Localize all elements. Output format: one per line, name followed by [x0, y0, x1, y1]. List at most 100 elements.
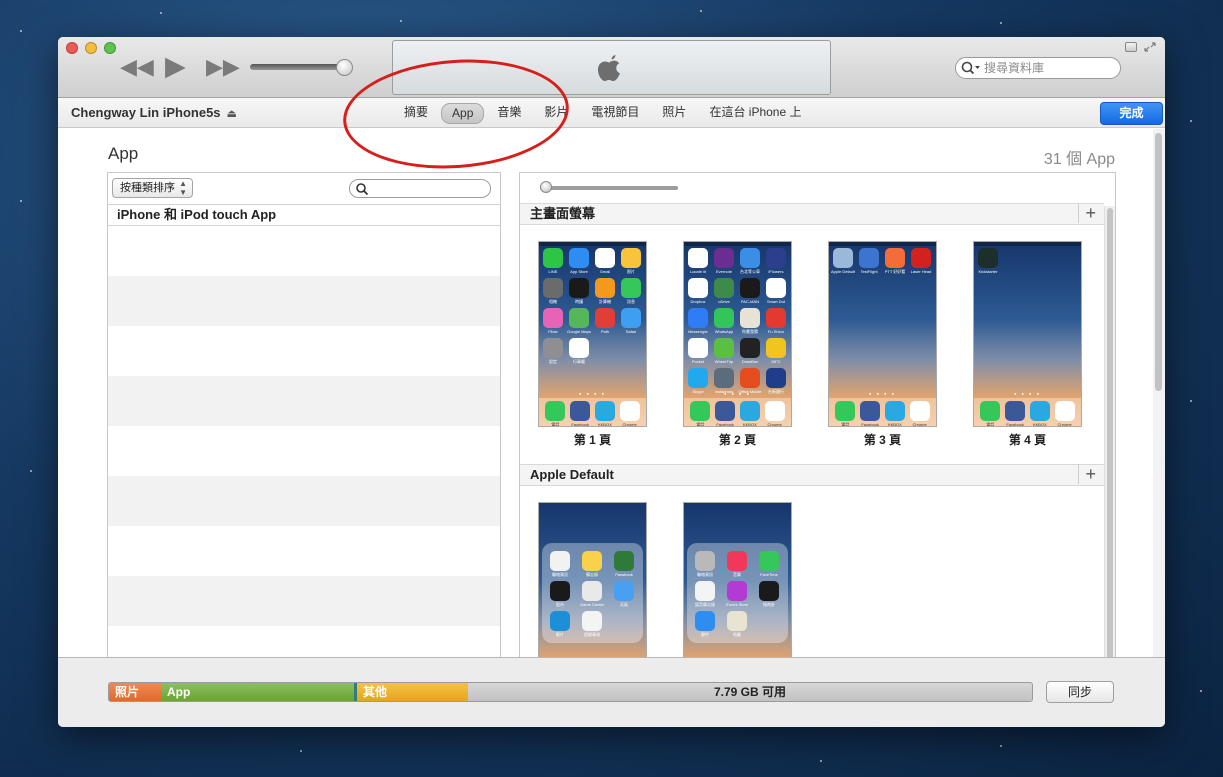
- app-icon[interactable]: Kickstarter: [978, 248, 998, 274]
- list-item[interactable]: [108, 276, 500, 326]
- app-icon[interactable]: LINE: [543, 248, 563, 274]
- library-search-input[interactable]: 搜尋資料庫: [955, 57, 1121, 79]
- app-icon[interactable]: Chrome: [909, 401, 930, 426]
- app-icon[interactable]: 郵件: [695, 611, 715, 637]
- app-icon[interactable]: 設定: [543, 338, 563, 364]
- app-icon[interactable]: iFlowers: [766, 248, 786, 274]
- app-filter-input[interactable]: [349, 179, 491, 198]
- app-folder[interactable]: 聯絡資訊 音樂 FaceTime 語音備忘錄 iTunes Store 指南針 郵件 地圖: [687, 543, 788, 643]
- app-icon[interactable]: Game Center: [580, 581, 604, 607]
- main-scrollbar[interactable]: [1153, 129, 1165, 657]
- app-icon[interactable]: 85°C: [766, 338, 786, 364]
- app-icon[interactable]: 聯絡資訊: [695, 551, 715, 577]
- apple-default-page[interactable]: 聯絡資訊 備忘錄 Passbook 股市 Game Center 天氣影片 提醒事項: [538, 502, 647, 657]
- app-icon[interactable]: Office Mobile: [738, 368, 762, 394]
- app-icon[interactable]: Chrome: [764, 401, 785, 426]
- app-icon[interactable]: Passbook: [614, 551, 634, 577]
- home-screen-page[interactable]: Locate iit Evernote 台北等公車 iFlowers Dropbox uD…: [683, 241, 792, 427]
- home-screen-page[interactable]: LINE App Store Gmail 照片 相機 時鐘 計算機 訊息 Flickr Googl…: [538, 241, 647, 427]
- app-icon[interactable]: FaceTime: [759, 551, 779, 577]
- app-icon[interactable]: Dropbox: [688, 278, 708, 304]
- zoom-slider-knob[interactable]: [540, 181, 552, 193]
- app-icon[interactable]: 台北等公車: [740, 248, 760, 274]
- app-icon[interactable]: TestFlight: [859, 248, 879, 274]
- apple-default-page[interactable]: 聯絡資訊 音樂 FaceTime 語音備忘錄 iTunes Store 指南針 郵件 地圖: [683, 502, 792, 657]
- app-icon[interactable]: 影片: [550, 611, 570, 637]
- app-icon[interactable]: 股市: [550, 581, 570, 607]
- app-icon[interactable]: PAC-MAN: [740, 278, 760, 304]
- app-icon[interactable]: 電話: [690, 401, 711, 426]
- app-icon[interactable]: Chrome: [1054, 401, 1075, 426]
- app-icon[interactable]: Facebook: [570, 401, 591, 426]
- done-button[interactable]: 完成: [1100, 102, 1163, 125]
- tab-4[interactable]: 電視節目: [581, 103, 649, 124]
- close-window-button[interactable]: [66, 42, 78, 54]
- app-icon[interactable]: Skype: [688, 368, 708, 394]
- app-icon[interactable]: Facebook: [715, 401, 736, 426]
- app-icon[interactable]: Fu Shion: [766, 308, 786, 334]
- app-icon[interactable]: WhatsApp: [714, 308, 734, 334]
- app-icon[interactable]: Evernote: [714, 248, 734, 274]
- app-icon[interactable]: 台新銀行: [766, 368, 786, 394]
- app-icon[interactable]: KKBOX: [594, 401, 615, 426]
- app-icon[interactable]: Laser Head: [911, 248, 931, 274]
- app-icon[interactable]: iTunes Store: [726, 581, 748, 607]
- app-icon[interactable]: PTT 好好看: [885, 248, 905, 274]
- app-icon[interactable]: Apple Default: [831, 248, 855, 274]
- app-icon[interactable]: 行事曆: [569, 338, 589, 364]
- tab-5[interactable]: 照片: [652, 103, 696, 124]
- minimize-window-button[interactable]: [85, 42, 97, 54]
- volume-slider[interactable]: [250, 64, 348, 70]
- storage-capacity-bar[interactable]: 照片 App 其他 7.79 GB 可用: [108, 682, 1033, 702]
- fast-forward-icon[interactable]: ▶▶: [206, 56, 240, 78]
- list-item[interactable]: [108, 376, 500, 426]
- app-icon[interactable]: 計算機: [595, 278, 615, 304]
- app-icon[interactable]: KKBOX: [1029, 401, 1050, 426]
- app-folder[interactable]: 聯絡資訊 備忘錄 Passbook 股市 Game Center 天氣影片 提醒事項: [542, 543, 643, 643]
- zoom-slider[interactable]: [540, 186, 678, 190]
- list-item[interactable]: [108, 626, 500, 657]
- app-icon[interactable]: Pocket: [688, 338, 708, 364]
- app-icon[interactable]: Facebook: [1005, 401, 1026, 426]
- add-page-icon[interactable]: +: [1078, 464, 1096, 484]
- app-icon[interactable]: Smart Dot: [766, 278, 786, 304]
- list-item[interactable]: [108, 576, 500, 626]
- app-icon[interactable]: 指南針: [759, 581, 779, 607]
- app-icon[interactable]: 電話: [835, 401, 856, 426]
- volume-knob[interactable]: [336, 59, 353, 76]
- list-item[interactable]: [108, 326, 500, 376]
- app-icon[interactable]: Facebook: [860, 401, 881, 426]
- app-icon[interactable]: 音樂: [727, 551, 747, 577]
- app-icon[interactable]: DrawBox: [740, 338, 760, 364]
- list-item[interactable]: [108, 476, 500, 526]
- play-icon[interactable]: ▶: [165, 53, 186, 80]
- app-icon[interactable]: Gmail: [595, 248, 615, 274]
- list-item[interactable]: [108, 426, 500, 476]
- app-icon[interactable]: uDrive: [714, 278, 734, 304]
- rewind-icon[interactable]: ◀◀: [120, 56, 154, 78]
- app-icon[interactable]: 訊息: [621, 278, 641, 304]
- app-icon[interactable]: Chrome: [619, 401, 640, 426]
- app-icon[interactable]: 天氣: [614, 581, 634, 607]
- app-icon[interactable]: KKBOX: [884, 401, 905, 426]
- app-icon[interactable]: 聯絡資訊: [550, 551, 570, 577]
- app-icon[interactable]: 備忘錄: [582, 551, 602, 577]
- sort-popup-button[interactable]: 按種類排序 ▲ ▼: [112, 178, 193, 198]
- home-screen-page[interactable]: Apple Default TestFlight PTT 好好看 Laser Head…: [828, 241, 937, 427]
- home-screen-page[interactable]: Kickstarter ● ● ● ● 電話 Facebook KKBOX Chrome: [973, 241, 1082, 427]
- app-icon[interactable]: Flickr: [543, 308, 563, 334]
- sync-button[interactable]: 同步: [1046, 681, 1114, 703]
- app-icon[interactable]: 提醒事項: [582, 611, 602, 637]
- eject-icon[interactable]: ⏏: [227, 108, 237, 120]
- zoom-window-button[interactable]: [104, 42, 116, 54]
- add-page-icon[interactable]: +: [1078, 203, 1096, 223]
- fullscreen-icon[interactable]: [1144, 42, 1156, 52]
- app-icon[interactable]: Instaphoto: [714, 368, 734, 394]
- pages-scrollbar[interactable]: [1104, 206, 1115, 657]
- app-icon[interactable]: Path: [595, 308, 615, 334]
- app-icon[interactable]: 時鐘: [569, 278, 589, 304]
- app-icon[interactable]: 照片: [621, 248, 641, 274]
- app-icon[interactable]: Google Maps: [567, 308, 591, 334]
- list-item[interactable]: [108, 526, 500, 576]
- mini-player-button[interactable]: [1125, 42, 1137, 52]
